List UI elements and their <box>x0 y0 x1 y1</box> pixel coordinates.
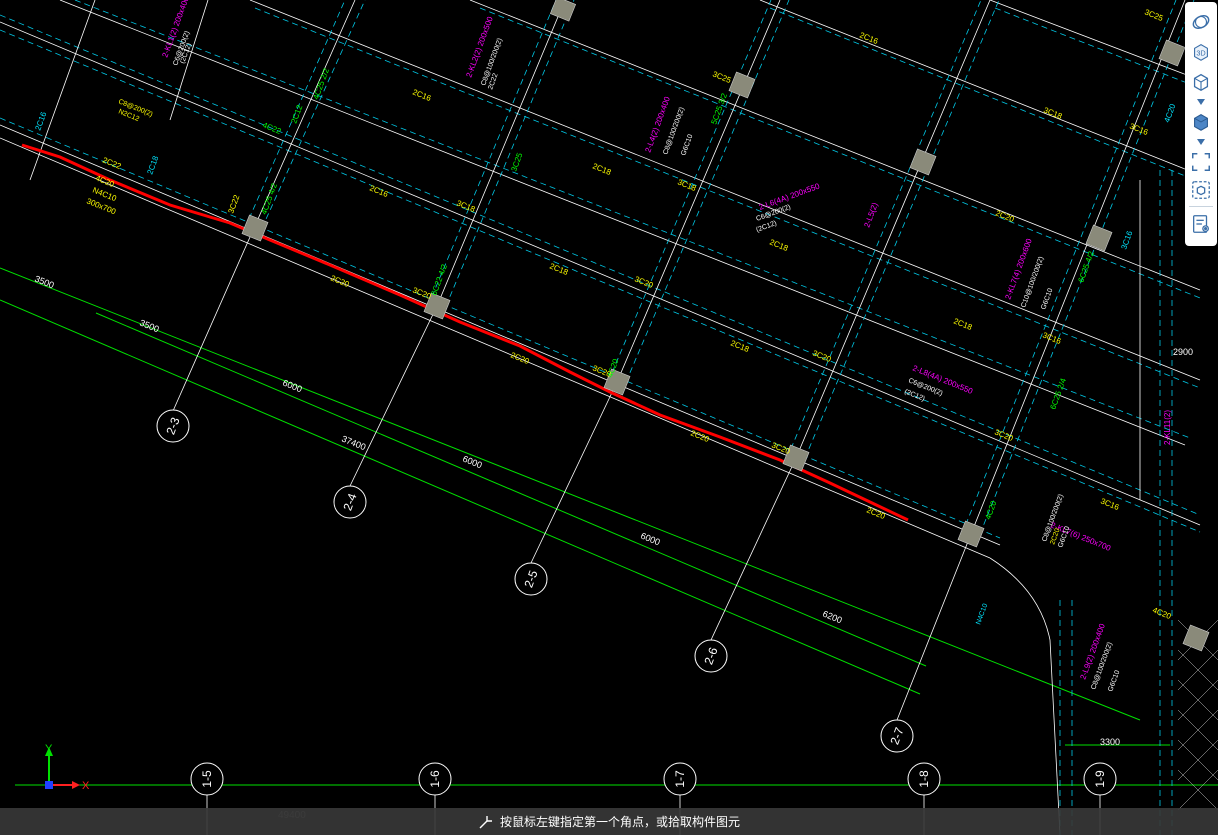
beam-label: 3C16 <box>1041 331 1063 347</box>
beam-label: 3C22 <box>226 193 241 215</box>
stirrup-label: N4C10 <box>975 603 989 626</box>
beam-label: 3C25 <box>509 151 524 173</box>
beam-labels-cyan: 2C16 2C18 3C16 4C20 <box>33 102 1177 251</box>
beam-label: 2C12 <box>289 103 304 125</box>
span-label: 2-L5(2) <box>862 201 879 229</box>
ucs-icon: Y X <box>45 743 90 792</box>
beam-label: 2C16 <box>33 110 48 132</box>
cad-drawing-canvas[interactable]: 2-3 2-4 2-5 2-6 2-7 1-5 1-6 1-7 1-8 1-9 … <box>0 0 1218 835</box>
dimension-lines <box>0 267 1218 786</box>
axis-label: 1-7 <box>673 770 687 788</box>
beam-label: 3C20 <box>993 428 1015 444</box>
svg-text:3D: 3D <box>1196 49 1205 58</box>
pick-cursor-icon <box>479 815 492 828</box>
beam-label: 6C25 2/4 <box>1048 377 1068 411</box>
column <box>728 71 756 99</box>
axis-label: 1-5 <box>200 770 214 788</box>
beam-label: 3C25 <box>1143 8 1165 24</box>
cross-beam-lines <box>29 0 1195 835</box>
dim-text: 6000 <box>281 378 303 395</box>
axis-label: 1-6 <box>428 770 442 788</box>
dim-text: 2900 <box>1173 347 1193 357</box>
beam-label: 2C20 <box>329 274 351 290</box>
column <box>549 0 577 22</box>
beam-labels-green: 4C22 4C25 2/2 5C25 3/2 6C25 2/4 6C25 4/2… <box>259 67 1096 521</box>
axis-bubbles[interactable] <box>156 409 1117 796</box>
beam-label: 4C20 <box>983 499 998 521</box>
beam-label: 4C20 <box>1162 102 1177 124</box>
ucs-y-label: Y <box>45 743 53 755</box>
dimension-texts: 3500 3500 6000 37400 6000 6000 6200 2900… <box>33 274 1193 747</box>
axis-label: 1-8 <box>917 770 931 788</box>
beam-label: 2C20 <box>994 209 1016 225</box>
beam-label: 6C25 4/2 <box>1076 250 1096 284</box>
chevron-down-icon[interactable] <box>1196 98 1206 106</box>
beam-label: 3C25 <box>711 70 733 86</box>
beam-label: 2C20 <box>509 351 531 367</box>
beam-label: 3C16 <box>1099 497 1121 513</box>
stirrup-label: G6C10 <box>680 133 694 156</box>
beam-label: 3C20 <box>811 349 833 365</box>
beam-label: 2C16 <box>411 88 433 104</box>
beam-label: 3C20 <box>770 441 792 457</box>
beam-label: 2C18 <box>145 154 160 176</box>
beam-label: 2C18 <box>952 317 974 333</box>
3d-view-icon[interactable]: 3D <box>1189 40 1213 64</box>
column <box>1085 224 1113 252</box>
beam-label: 2C18 <box>729 339 751 355</box>
beam-label: 3C18 <box>676 178 698 194</box>
beam-label: 3C20 <box>633 275 655 291</box>
column <box>1158 39 1186 67</box>
chevron-down-icon[interactable] <box>1196 138 1206 146</box>
span-labels-magenta: 2-KL1(2) 200x400 2-KL2(2) 200x500 2-L6(4… <box>160 0 1172 681</box>
stirrup-label: G6C10 <box>1040 287 1054 310</box>
solid-view-icon[interactable] <box>1189 110 1213 134</box>
beam-label: 3C18 <box>455 199 477 215</box>
beam-label: 2C18 <box>768 238 790 254</box>
column <box>909 148 937 176</box>
axis-labels: 2-3 2-4 2-5 2-6 2-7 1-5 1-6 1-7 1-8 1-9 <box>163 415 1107 788</box>
column <box>957 520 985 548</box>
beam-label: 4C20 <box>1151 606 1173 622</box>
dim-text: 3500 <box>33 274 55 291</box>
dim-text: 6000 <box>639 531 661 548</box>
stirrup-label: (2C12) <box>903 388 925 403</box>
dim-text: 3300 <box>1100 737 1120 747</box>
beam-label: 3C16 <box>1119 229 1134 251</box>
beam-label: 4C25 4/2 <box>259 182 279 216</box>
beam-label: 2C16 <box>368 184 390 200</box>
beam-label: 3C16 <box>1128 122 1150 138</box>
beam-label: 2C16 <box>858 31 880 47</box>
orbit-icon[interactable] <box>1189 10 1213 34</box>
component-view-icon[interactable] <box>1189 178 1213 202</box>
beam-label: 6C22 4/2 <box>429 263 449 297</box>
dim-text: 6000 <box>461 454 483 471</box>
span-label: 2-KL11(2) <box>1163 410 1172 445</box>
beam-label: 4C25 2/2 <box>311 67 331 101</box>
command-prompt-bar: 按鼠标左键指定第一个角点，或拾取构件图元 <box>0 808 1218 835</box>
fullscreen-icon[interactable] <box>1189 150 1213 174</box>
dim-text: 3500 <box>138 318 160 335</box>
beam-label: 2C18 <box>548 262 570 278</box>
view-cube-icon[interactable] <box>1189 70 1213 94</box>
command-prompt-text: 按鼠标左键指定第一个角点，或拾取构件图元 <box>499 815 740 829</box>
axis-label: 1-9 <box>1093 770 1107 788</box>
properties-view-icon[interactable] <box>1189 212 1213 236</box>
view-toolbar: 3D <box>1185 2 1217 246</box>
stirrup-label: G6C10 <box>1107 669 1121 692</box>
dim-text: 37400 <box>340 434 367 453</box>
beam-label: 2C18 <box>591 162 613 178</box>
beam-label: 4C22 <box>261 121 283 137</box>
beam-label: 3C18 <box>1042 106 1064 122</box>
ucs-x-label: X <box>82 780 90 792</box>
